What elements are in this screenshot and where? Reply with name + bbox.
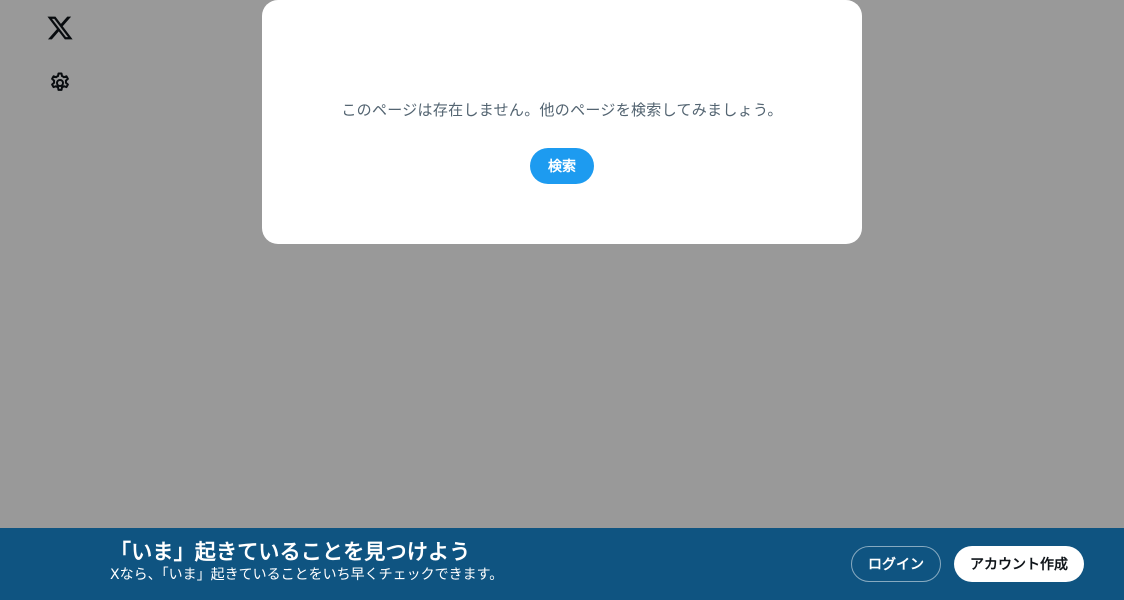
banner-text: 「いま」起きていることを見つけよう Xなら、「いま」起きていることをいち早くチェ… xyxy=(110,539,503,584)
search-button[interactable]: 検索 xyxy=(530,148,594,184)
signup-button[interactable]: アカウント作成 xyxy=(954,546,1084,582)
banner-title: 「いま」起きていることを見つけよう xyxy=(110,540,471,564)
banner-buttons: ログイン アカウント作成 xyxy=(851,546,1084,582)
login-button[interactable]: ログイン xyxy=(851,546,941,582)
signup-banner: 「いま」起きていることを見つけよう Xなら、「いま」起きていることをいち早くチェ… xyxy=(0,528,1124,600)
not-found-message: このページは存在しません。他のページを検索してみましょう。 xyxy=(341,101,783,119)
not-found-dialog: このページは存在しません。他のページを検索してみましょう。 検索 xyxy=(262,0,862,244)
banner-subtitle: Xなら、「いま」起きていることをいち早くチェックできます。 xyxy=(110,567,504,583)
